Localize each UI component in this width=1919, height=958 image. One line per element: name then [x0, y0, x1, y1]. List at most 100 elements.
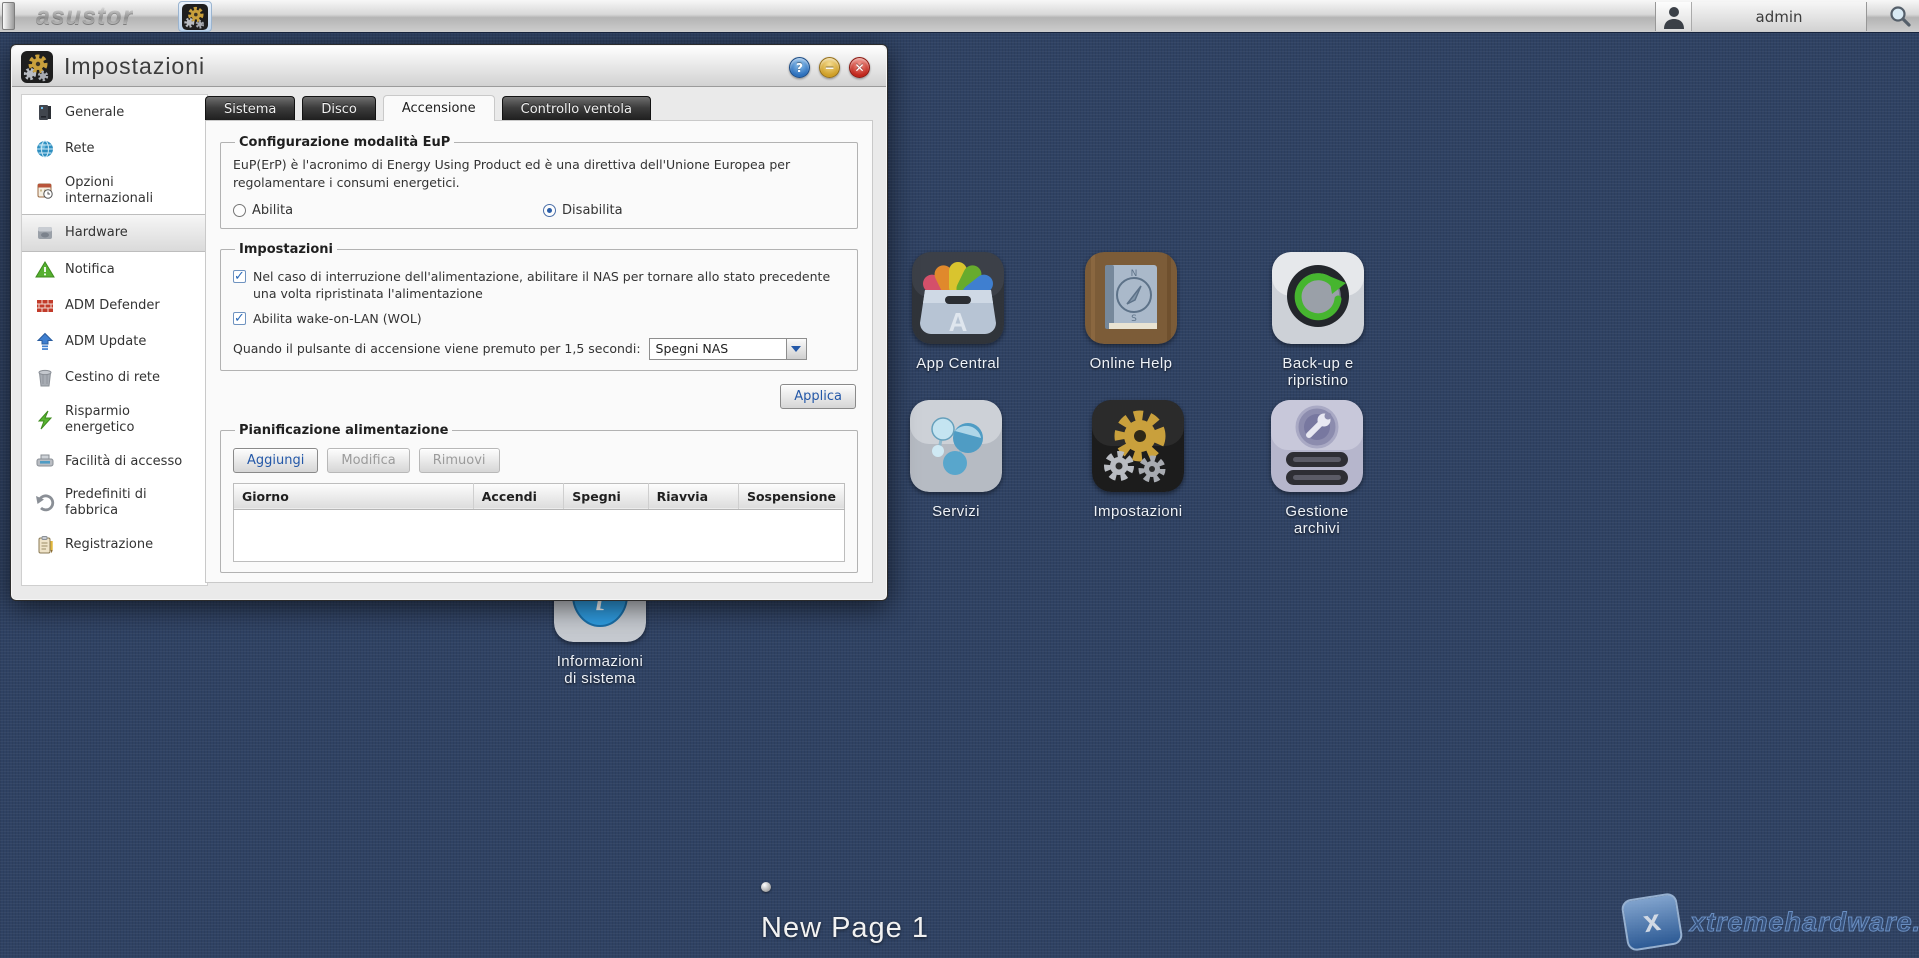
update-arrow-icon — [36, 332, 54, 351]
schedule-legend: Pianificazione alimentazione — [239, 422, 449, 438]
sidebar-item-hardware[interactable]: Hardware — [22, 214, 207, 253]
sidebar-item-label: Opzioni internazionali — [65, 175, 154, 206]
sidebar-item-facilita-di-accesso[interactable]: Facilità di accesso — [22, 443, 207, 479]
radio-disabilita[interactable]: Disabilita — [543, 203, 623, 218]
desktop-icon-impostazioni[interactable]: Impostazioni — [1090, 400, 1186, 520]
column-header-spegni: Spegni — [563, 483, 649, 510]
eup-radio-group: Abilita Disabilita — [233, 203, 845, 218]
sidebar-item-risparmio-energetico[interactable]: Risparmio energetico — [22, 396, 207, 443]
sidebar-item-cestino-di-rete[interactable]: Cestino di rete — [22, 360, 207, 396]
sidebar-item-label: ADM Defender — [65, 298, 160, 314]
checkbox-label: Abilita wake-on-LAN (WOL) — [253, 310, 422, 326]
page-dot — [761, 882, 771, 892]
sidebar-item-label: Facilità di accesso — [65, 453, 183, 469]
undo-arrow-icon — [36, 494, 55, 512]
calendar-clock-icon — [37, 183, 53, 199]
eup-description: EuP(ErP) è l'acronimo di Energy Using Pr… — [233, 157, 791, 190]
select-dropdown-button[interactable] — [785, 338, 806, 359]
taskbar-item-impostazioni[interactable] — [178, 1, 212, 32]
accensione-panel: Configurazione modalità EuP EuP(ErP) è l… — [205, 120, 873, 583]
sidebar-item-label: Cestino di rete — [65, 370, 161, 386]
checkbox-checked-icon — [233, 268, 246, 286]
search-icon — [1890, 6, 1911, 27]
sidebar-item-label: ADM Update — [65, 334, 147, 350]
radio-label: Disabilita — [562, 203, 623, 218]
asustor-logo: asustor — [36, 2, 134, 30]
schedule-fieldset: Pianificazione alimentazione Aggiungi Mo… — [220, 422, 858, 573]
username-label: admin — [1755, 7, 1803, 26]
tab-disco[interactable]: Disco — [302, 96, 376, 121]
settings-gear-icon — [21, 51, 53, 83]
desktop-icon-online-help[interactable]: N S Online Help — [1083, 252, 1179, 372]
sidebar-item-generale[interactable]: Generale — [22, 95, 207, 131]
sidebar-item-label: Rete — [65, 141, 95, 157]
sidebar-item-label: Notifica — [65, 262, 115, 278]
settings-sidebar: Generale Rete Opzioni internazionali Har… — [21, 94, 208, 586]
help-button[interactable]: ? — [789, 57, 810, 78]
sidebar-item-label: Predefiniti di fabbrica — [65, 487, 147, 518]
checkbox-wol[interactable]: Abilita wake-on-LAN (WOL) — [233, 310, 845, 328]
sidebar-item-label: Generale — [65, 105, 125, 121]
globe-icon — [37, 140, 53, 158]
desktop-icon-label: Gestione archivi — [1285, 503, 1349, 538]
sidebar-item-registrazione[interactable]: Registrazione — [22, 527, 207, 563]
desktop-icon-label: Informazioni di sistema — [556, 653, 644, 688]
lightning-bolt-icon — [37, 410, 53, 430]
hard-drive-icon — [38, 227, 52, 240]
radio-abilita[interactable]: Abilita — [233, 203, 293, 218]
impostazioni-fieldset: Impostazioni Nel caso di interruzione de… — [220, 242, 858, 371]
desktop-icon-backup[interactable]: Back-up e ripristino — [1270, 252, 1366, 390]
apply-row: Applica — [222, 383, 856, 409]
sidebar-item-label: Registrazione — [65, 536, 154, 552]
add-button[interactable]: Aggiungi — [233, 447, 319, 473]
power-action-select[interactable]: Spegni NAS — [648, 337, 807, 360]
top-taskbar: asustor admin — [0, 0, 1919, 33]
tab-accensione[interactable]: Accensione — [382, 95, 495, 121]
settings-tabs: Sistema Disco Accensione Controllo vento… — [205, 95, 658, 121]
checkbox-power-resume[interactable]: Nel caso di interruzione dell'alimentazi… — [233, 268, 845, 303]
firewall-brick-icon — [37, 300, 53, 313]
impostazioni-legend: Impostazioni — [239, 242, 334, 257]
tab-controllo-ventola[interactable]: Controllo ventola — [501, 96, 651, 121]
sidebar-item-notifica[interactable]: Notifica — [22, 252, 207, 288]
warning-triangle-icon — [35, 261, 55, 278]
select-value: Spegni NAS — [655, 341, 729, 357]
edit-button[interactable]: Modifica — [327, 447, 410, 473]
svg-text:A: A — [949, 307, 968, 337]
radio-circle-icon — [233, 204, 246, 217]
sidebar-item-opzioni-internazionali[interactable]: Opzioni internazionali — [22, 167, 207, 214]
desktop-icon-servizi[interactable]: Servizi — [908, 400, 1004, 520]
desktop-icon-app-central[interactable]: A App Central — [910, 252, 1006, 372]
schedule-header-row: Giorno Accendi Spegni Riavvia Sospension… — [233, 483, 845, 510]
clipboard-icon — [38, 535, 53, 554]
remove-button[interactable]: Rimuovi — [418, 447, 500, 473]
page-title: New Page 1 — [761, 912, 929, 944]
svg-text:N: N — [1131, 269, 1138, 279]
avatar — [1656, 2, 1692, 31]
chevron-down-icon — [791, 345, 802, 352]
search-button[interactable] — [1887, 4, 1913, 30]
sidebar-item-adm-defender[interactable]: ADM Defender — [22, 288, 207, 324]
window-controls: ? − ✕ — [789, 57, 870, 78]
tab-sistema[interactable]: Sistema — [205, 96, 296, 121]
apply-button[interactable]: Applica — [780, 383, 856, 409]
sidebar-item-label: Risparmio energetico — [65, 404, 135, 435]
sidebar-item-adm-update[interactable]: ADM Update — [22, 324, 207, 360]
taskbar-handle[interactable] — [2, 2, 15, 30]
minimize-button[interactable]: − — [819, 57, 840, 78]
close-button[interactable]: ✕ — [849, 57, 870, 78]
server-icon — [39, 105, 51, 120]
trash-icon — [38, 370, 52, 387]
eup-fieldset: Configurazione modalità EuP EuP(ErP) è l… — [220, 135, 858, 229]
user-menu[interactable]: admin — [1655, 2, 1867, 31]
sidebar-item-rete[interactable]: Rete — [22, 131, 207, 167]
impostazioni-window: Impostazioni ? − ✕ Generale Rete Opzioni… — [10, 44, 888, 601]
desktop-icon-gestione-archivi[interactable]: Gestione archivi — [1269, 400, 1365, 538]
window-titlebar[interactable]: Impostazioni ? − ✕ — [12, 46, 886, 87]
power-button-row: Quando il pulsante di accensione viene p… — [233, 337, 845, 360]
desktop-icon-label: Servizi — [932, 503, 980, 520]
checkbox-checked-icon — [233, 310, 246, 327]
watermark-text: xtremehardware.it — [1690, 906, 1919, 937]
svg-text:S: S — [1131, 314, 1137, 324]
sidebar-item-predefiniti-di-fabbrica[interactable]: Predefiniti di fabbrica — [22, 479, 207, 526]
